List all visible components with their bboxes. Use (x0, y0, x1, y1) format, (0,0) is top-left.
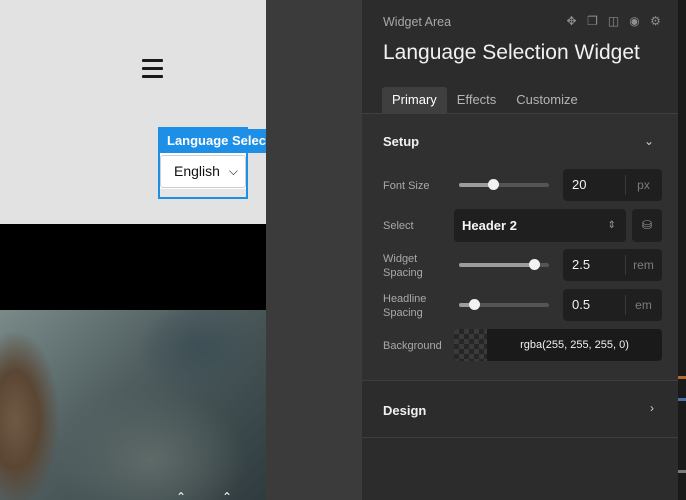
chevron-right-icon[interactable]: › (650, 401, 654, 415)
heading-select-value: Header 2 (462, 218, 517, 233)
heading-select[interactable]: Header 2 ⇕ (454, 209, 626, 242)
headline-spacing-unit[interactable]: em (625, 289, 662, 321)
window-edge (678, 0, 686, 500)
slider-handle[interactable] (469, 299, 480, 310)
header-actions: ✥ ❐ ◫ ◉ ⚙ (565, 15, 662, 28)
chevron-down-icon: ⌵ (228, 164, 238, 178)
background-label: Background (383, 340, 442, 352)
tab-bar: Primary Effects Customize (382, 87, 588, 113)
select-label: Select (383, 220, 414, 232)
language-selection-widget[interactable]: Language Selection English ⌵ (158, 127, 266, 199)
move-icon[interactable]: ✥ (565, 15, 578, 28)
updown-chevron-icon: ⇕ (607, 220, 616, 231)
carousel-controls: ⌃⌃ (176, 490, 266, 500)
widget-spacing-value: 2.5 (572, 257, 591, 272)
font-size-value: 20 (572, 177, 587, 192)
design-section-title[interactable]: Design (383, 403, 426, 418)
database-icon[interactable]: ⛁ (632, 209, 662, 242)
breadcrumb: Widget Area (383, 15, 452, 29)
hero-image-preview: ⌃⌃ (0, 310, 266, 500)
headline-spacing-value: 0.5 (572, 297, 591, 312)
headline-spacing-label: Headline Spacing (383, 293, 427, 319)
tab-primary[interactable]: Primary (382, 87, 447, 113)
headline-spacing-input[interactable]: 0.5 em (563, 289, 662, 321)
site-header-preview: Language Selection English ⌵ (0, 0, 266, 224)
hamburger-menu-icon[interactable] (142, 59, 163, 79)
headline-spacing-slider[interactable] (459, 299, 549, 310)
widget-label: Language Selection (160, 129, 266, 153)
widget-spacing-unit[interactable]: rem (625, 249, 662, 281)
panel-gutter (266, 0, 362, 500)
settings-icon[interactable]: ⚙ (649, 15, 662, 28)
slider-handle[interactable] (529, 259, 540, 270)
font-size-label: Font Size (383, 180, 430, 192)
tab-effects[interactable]: Effects (447, 87, 507, 113)
app-window: Language Selection English ⌵ ⌃⌃ Widget A… (0, 0, 686, 500)
page-title: Language Selection Widget (383, 41, 640, 64)
widget-spacing-label: Widget Spacing (383, 253, 423, 279)
font-size-input[interactable]: 20 px (563, 169, 662, 201)
widget-spacing-input[interactable]: 2.5 rem (563, 249, 662, 281)
language-select[interactable]: English ⌵ (160, 155, 246, 188)
setup-section-title[interactable]: Setup (383, 134, 419, 149)
language-select-value: English (174, 163, 220, 179)
font-size-slider[interactable] (459, 179, 549, 190)
delete-icon[interactable]: ◫ (607, 15, 620, 28)
color-swatch[interactable] (454, 329, 487, 361)
background-color-picker[interactable]: rgba(255, 255, 255, 0) (454, 329, 662, 361)
widget-settings-panel: Widget Area ✥ ❐ ◫ ◉ ⚙ Language Selection… (362, 0, 678, 500)
font-size-unit[interactable]: px (625, 169, 662, 201)
tab-customize[interactable]: Customize (506, 87, 587, 113)
copy-icon[interactable]: ❐ (586, 15, 599, 28)
widget-spacing-slider[interactable] (459, 259, 549, 270)
chevron-down-icon[interactable]: ⌄ (644, 134, 654, 148)
visibility-icon[interactable]: ◉ (628, 15, 641, 28)
slider-handle[interactable] (488, 179, 499, 190)
background-color-value[interactable]: rgba(255, 255, 255, 0) (487, 329, 662, 361)
dark-section-preview (0, 224, 266, 310)
canvas-preview: Language Selection English ⌵ ⌃⌃ (0, 0, 266, 500)
